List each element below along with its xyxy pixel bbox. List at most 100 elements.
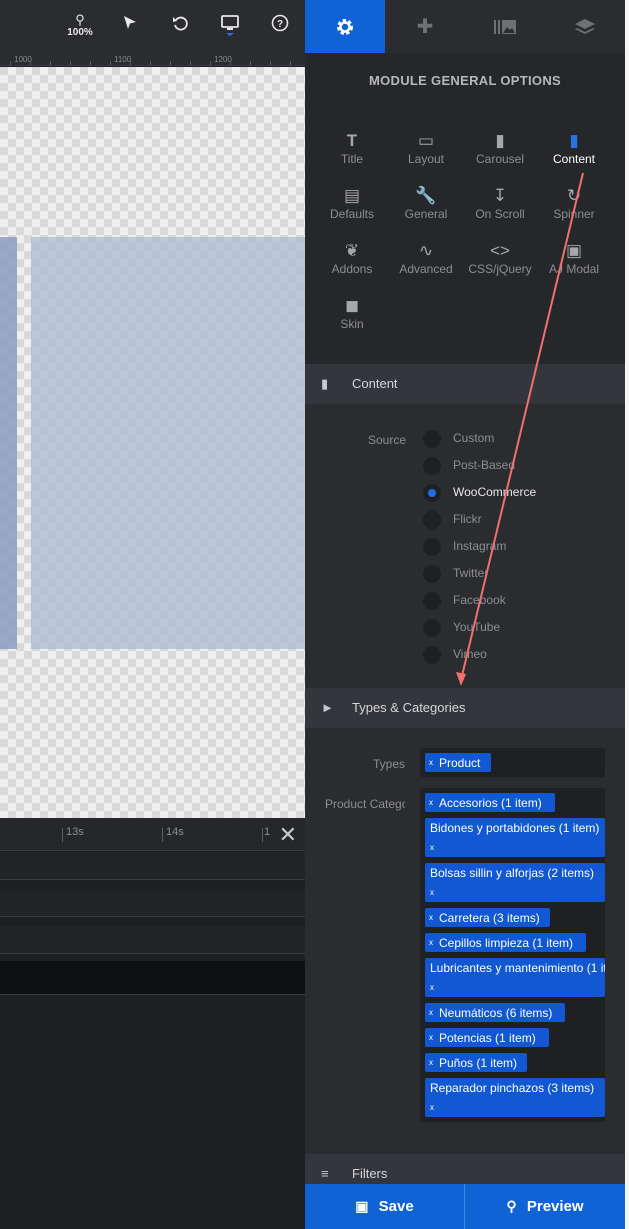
- source-option-facebook[interactable]: Facebook: [423, 590, 623, 610]
- source-option-twitter[interactable]: Twitter: [423, 563, 623, 583]
- source-option-woocommerce[interactable]: WooCommerce: [423, 482, 623, 502]
- remove-icon[interactable]: x: [429, 1058, 433, 1067]
- category-tag[interactable]: x Puños (1 item): [425, 1053, 527, 1072]
- option-advanced[interactable]: ∿ Advanced: [386, 232, 466, 287]
- tab-settings[interactable]: [305, 0, 385, 53]
- tab-navigation[interactable]: ✚: [385, 0, 465, 53]
- timeline-row[interactable]: [0, 961, 305, 995]
- radio-dot[interactable]: [423, 511, 441, 529]
- radio-dot[interactable]: [423, 565, 441, 583]
- option-css-jquery[interactable]: <> CSS/jQuery: [460, 232, 540, 287]
- option-content[interactable]: ▮ Content: [534, 122, 614, 177]
- radio-dot[interactable]: [423, 619, 441, 637]
- radio-dot[interactable]: [423, 457, 441, 475]
- tag-label: Cepillos limpieza (1 item): [439, 936, 574, 950]
- source-option-instagram[interactable]: Instagram: [423, 536, 623, 556]
- timeline-row[interactable]: [0, 889, 305, 917]
- puzzle-icon: ❦: [344, 241, 360, 260]
- remove-icon[interactable]: x: [429, 938, 433, 947]
- types-categories-section: Types x Product Product Categories x Acc…: [305, 728, 625, 1154]
- window-edge: [625, 0, 629, 1229]
- remove-icon[interactable]: x: [429, 758, 433, 767]
- radio-dot[interactable]: [423, 484, 441, 502]
- gear-icon: [337, 18, 353, 35]
- option-title[interactable]: T Title: [312, 122, 392, 177]
- category-tag[interactable]: x Cepillos limpieza (1 item): [425, 933, 586, 952]
- category-tag[interactable]: Reparador pinchazos (3 items) x: [425, 1078, 605, 1117]
- category-tag[interactable]: x Potencias (1 item): [425, 1028, 549, 1047]
- category-tag[interactable]: x Neumáticos (6 items): [425, 1003, 565, 1022]
- option-skin[interactable]: ◼ Skin: [312, 287, 392, 342]
- section-header-types-categories[interactable]: ► Types & Categories: [305, 688, 625, 728]
- select-tool-button[interactable]: [110, 10, 150, 46]
- remove-icon[interactable]: x: [429, 1033, 433, 1042]
- radio-dot[interactable]: [423, 646, 441, 664]
- option-spinner[interactable]: ↻ Spinner: [534, 177, 614, 232]
- option-carousel[interactable]: ▮ Carousel: [460, 122, 540, 177]
- zoom-level: 100%: [67, 27, 93, 38]
- editor-canvas[interactable]: [0, 67, 305, 818]
- option-label: Layout: [407, 152, 445, 166]
- types-select[interactable]: x Product: [420, 748, 605, 777]
- remove-icon[interactable]: x: [430, 983, 434, 992]
- radio-dot[interactable]: [423, 538, 441, 556]
- device-preview-button[interactable]: [210, 10, 250, 46]
- category-tag[interactable]: Lubricantes y mantenimiento (1 item) x: [425, 958, 605, 997]
- source-option-custom[interactable]: Custom: [423, 428, 623, 448]
- zoom-button[interactable]: ⚲ 100%: [60, 13, 100, 50]
- tab-slides[interactable]: [465, 0, 545, 53]
- tab-layers[interactable]: [545, 0, 625, 53]
- source-option-youtube[interactable]: YouTube: [423, 617, 623, 637]
- option-addons[interactable]: ❦ Addons: [312, 232, 392, 287]
- preview-button[interactable]: ⚲ Preview: [465, 1184, 625, 1229]
- category-tag[interactable]: x Accesorios (1 item): [425, 793, 555, 812]
- remove-icon[interactable]: x: [429, 1008, 433, 1017]
- close-icon[interactable]: ✕: [279, 822, 297, 848]
- carousel-icon: ▮: [495, 131, 505, 150]
- carousel-slide[interactable]: [0, 237, 17, 649]
- radio-label: YouTube: [453, 620, 501, 634]
- option-on-scroll[interactable]: ↧ On Scroll: [460, 177, 540, 232]
- remove-icon[interactable]: x: [429, 798, 433, 807]
- option-aj-modal[interactable]: ▣ AJ Modal: [534, 232, 614, 287]
- carousel-slide[interactable]: [31, 237, 305, 649]
- remove-icon[interactable]: x: [430, 843, 434, 852]
- code-icon: <>: [490, 241, 510, 260]
- timeline-row[interactable]: [0, 926, 305, 954]
- editor-toolbar: ⚲ 100% ?: [0, 0, 305, 53]
- source-option-post-based[interactable]: Post-Based: [423, 455, 623, 475]
- option-defaults[interactable]: ▤ Defaults: [312, 177, 392, 232]
- radio-label: Twitter: [453, 566, 489, 580]
- save-label: Save: [378, 1198, 414, 1215]
- help-button[interactable]: ?: [260, 10, 300, 46]
- section-header-content[interactable]: ▮ Content: [305, 364, 625, 404]
- option-label: General: [404, 207, 448, 221]
- source-option-vimeo[interactable]: Vimeo: [423, 644, 623, 664]
- category-tag[interactable]: Bolsas sillin y alforjas (2 items) x: [425, 863, 605, 902]
- option-general[interactable]: 🔧 General: [386, 177, 466, 232]
- source-option-flickr[interactable]: Flickr: [423, 509, 623, 529]
- remove-icon[interactable]: x: [430, 1103, 434, 1112]
- refresh-icon: ↻: [566, 186, 582, 205]
- option-label: CSS/jQuery: [468, 262, 532, 276]
- timeline-row[interactable]: [0, 852, 305, 880]
- radio-dot[interactable]: [423, 592, 441, 610]
- tag-label: Reparador pinchazos (3 items): [430, 1081, 595, 1095]
- paint-roller-icon: ◼: [344, 296, 360, 315]
- save-button[interactable]: ▣ Save: [305, 1184, 464, 1229]
- wrench-icon: 🔧: [415, 186, 437, 205]
- radio-dot[interactable]: [423, 430, 441, 448]
- type-tag[interactable]: x Product: [425, 753, 491, 772]
- category-tag[interactable]: Bidones y portabidones (1 item) x: [425, 818, 605, 857]
- layers-icon: [575, 18, 595, 34]
- types-label: Types: [373, 757, 406, 771]
- window-icon: ▣: [565, 241, 583, 260]
- remove-icon[interactable]: x: [429, 913, 433, 922]
- categories-select[interactable]: x Accesorios (1 item) Bidones y portabid…: [420, 788, 605, 1122]
- category-tag[interactable]: x Carretera (3 items): [425, 908, 550, 927]
- option-layout[interactable]: ▭ Layout: [386, 122, 466, 177]
- undo-button[interactable]: [160, 10, 200, 46]
- timeline-mark: 14s: [166, 826, 184, 838]
- remove-icon[interactable]: x: [430, 888, 434, 897]
- bottom-action-bar: ▣ Save ⚲ Preview: [305, 1184, 625, 1229]
